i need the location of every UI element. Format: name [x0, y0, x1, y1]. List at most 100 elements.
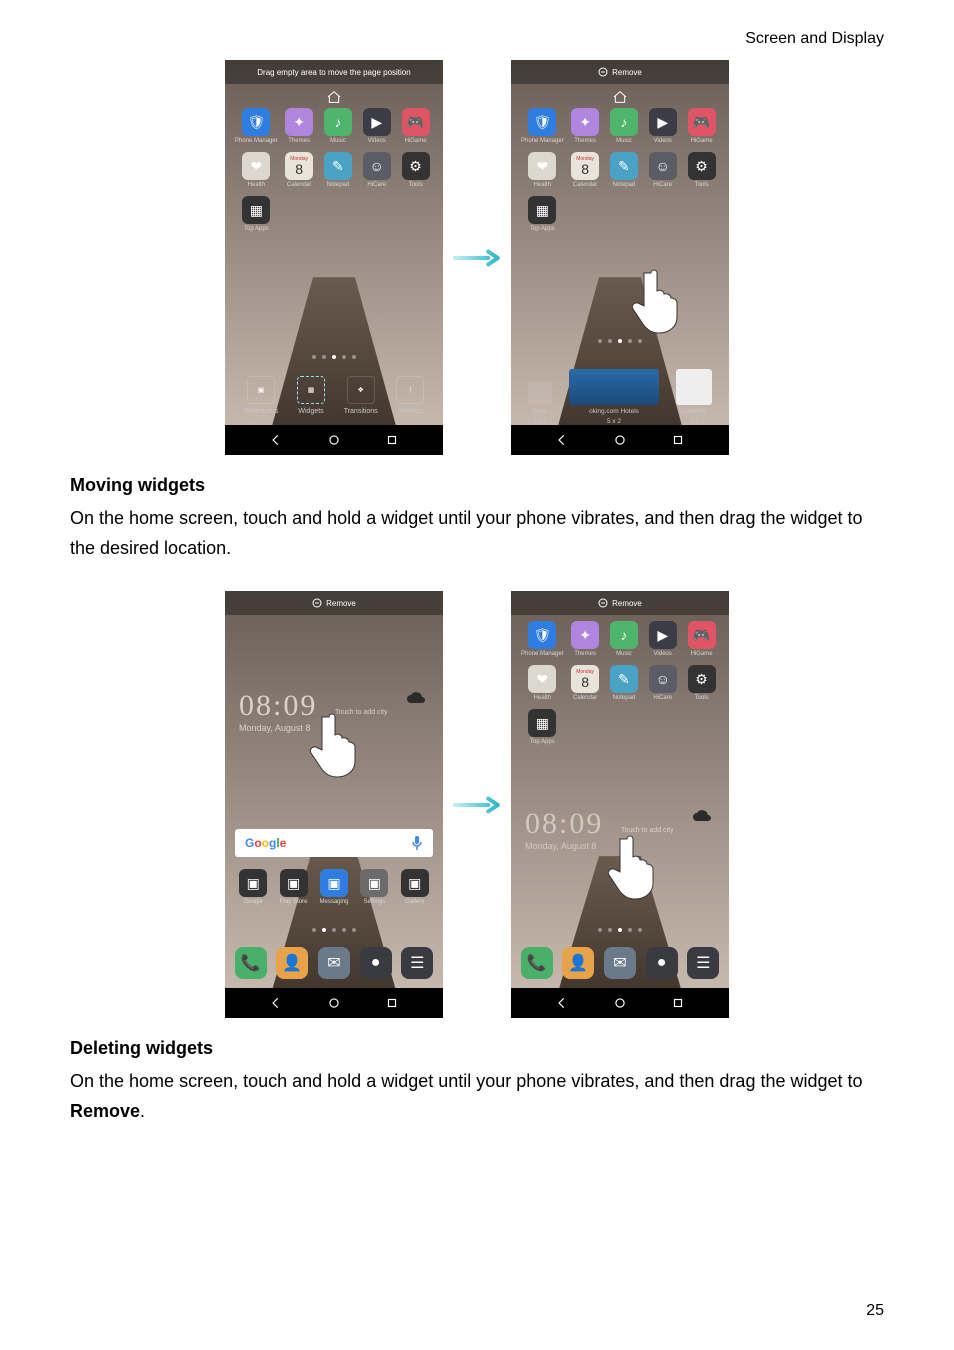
- phone-home-after: Remove 🛡Phone Manager✦Themes♪Music▶Video…: [511, 591, 729, 1018]
- moving-widgets-text: On the home screen, touch and hold a wid…: [70, 504, 884, 563]
- app-gallery[interactable]: ▣Gallery: [397, 869, 433, 905]
- dock-icon[interactable]: ☰: [401, 947, 433, 979]
- editor-toolbar: ▣Wallpapers ▦Widgets ❖Transitions ⋮Settings: [225, 365, 443, 425]
- page-dots: [225, 355, 443, 359]
- app-notepad[interactable]: ✎Notepad: [607, 665, 642, 701]
- app-calendar[interactable]: Monday8Calendar: [568, 665, 603, 701]
- nav-bar: [511, 425, 729, 455]
- page-dots: [511, 339, 729, 343]
- phone-edit-mode: Drag empty area to move the page positio…: [225, 60, 443, 455]
- clock-widget-dragging[interactable]: 08:09 Monday, August 8: [525, 809, 603, 851]
- app-top-apps[interactable]: ▦Top Apps: [521, 196, 564, 232]
- remove-bar[interactable]: Remove: [225, 591, 443, 615]
- widget-book[interactable]: Book1 x 1: [528, 381, 552, 425]
- home-nav-icon[interactable]: [613, 996, 627, 1010]
- app-music[interactable]: ♪Music: [607, 621, 642, 657]
- app-music[interactable]: ♪Music: [321, 108, 356, 144]
- app-hicare[interactable]: ☺HiCare: [359, 152, 394, 188]
- remove-bar[interactable]: Remove: [511, 60, 729, 84]
- page-dots: [511, 928, 729, 932]
- remove-bar[interactable]: Remove: [511, 591, 729, 615]
- app-play-store[interactable]: ▣Play Store: [275, 869, 311, 905]
- nav-bar: [225, 988, 443, 1018]
- page-dots: [225, 928, 443, 932]
- app-health[interactable]: ❤Health: [235, 152, 278, 188]
- app-themes[interactable]: ✦Themes: [282, 108, 317, 144]
- tool-widgets[interactable]: ▦Widgets: [297, 376, 325, 415]
- nav-bar: [511, 988, 729, 1018]
- dock-icon[interactable]: ●: [360, 947, 392, 979]
- remove-label: Remove: [612, 68, 642, 77]
- home-nav-icon[interactable]: [327, 996, 341, 1010]
- dock-icon[interactable]: ✉: [318, 947, 350, 979]
- app-higame[interactable]: 🎮HiGame: [684, 621, 719, 657]
- tool-transitions[interactable]: ❖Transitions: [344, 376, 378, 415]
- figure-1: Drag empty area to move the page positio…: [70, 60, 884, 455]
- app-notepad[interactable]: ✎Notepad: [321, 152, 356, 188]
- dock-icon[interactable]: ✉: [604, 947, 636, 979]
- tool-wallpapers[interactable]: ▣Wallpapers: [244, 376, 279, 415]
- nav-bar: [225, 425, 443, 455]
- app-health[interactable]: ❤Health: [521, 665, 564, 701]
- app-notepad[interactable]: ✎Notepad: [607, 152, 642, 188]
- home-nav-icon[interactable]: [327, 433, 341, 447]
- app-tools[interactable]: ⚙Tools: [684, 665, 719, 701]
- app-top-apps[interactable]: ▦Top Apps: [235, 196, 278, 232]
- app-videos[interactable]: ▶Videos: [645, 108, 680, 144]
- google-search-bar[interactable]: Google: [235, 829, 433, 857]
- page-number: 25: [866, 1302, 884, 1320]
- app-calendar[interactable]: Monday8Calendar: [282, 152, 317, 188]
- home-icon: [326, 90, 342, 104]
- app-google[interactable]: ▣Google: [235, 869, 271, 905]
- weather-icon: [691, 809, 715, 825]
- dock-icon[interactable]: 📞: [521, 947, 553, 979]
- phone-widget-picker: Remove 🛡Phone Manager✦Themes♪Music▶Video…: [511, 60, 729, 455]
- app-calendar[interactable]: Monday8Calendar: [568, 152, 603, 188]
- back-icon[interactable]: [555, 433, 569, 447]
- home-nav-icon[interactable]: [613, 433, 627, 447]
- app-top-apps[interactable]: ▦Top Apps: [521, 709, 564, 745]
- deleting-widgets-heading: Deleting widgets: [70, 1038, 884, 1059]
- tool-settings[interactable]: ⋮Settings: [396, 376, 424, 415]
- arrow-icon: [453, 248, 501, 268]
- clock-date: Monday, August 8: [525, 841, 603, 851]
- recent-icon[interactable]: [385, 996, 399, 1010]
- app-tools[interactable]: ⚙Tools: [684, 152, 719, 188]
- section-header: Screen and Display: [745, 30, 884, 48]
- app-videos[interactable]: ▶Videos: [359, 108, 394, 144]
- app-hicare[interactable]: ☺HiCare: [645, 152, 680, 188]
- recent-icon[interactable]: [671, 433, 685, 447]
- widget-calendar[interactable]: Calendar(2): [676, 369, 712, 425]
- phone-home-before: Remove 08:09 Monday, August 8 Touch to a…: [225, 591, 443, 1018]
- app-messaging[interactable]: ▣Messaging: [316, 869, 352, 905]
- dock-icon[interactable]: 📞: [235, 947, 267, 979]
- dock: 📞 👤 ✉ ● ☰: [225, 938, 443, 988]
- app-hicare[interactable]: ☺HiCare: [645, 665, 680, 701]
- app-phone-manager[interactable]: 🛡Phone Manager: [521, 108, 564, 144]
- app-themes[interactable]: ✦Themes: [568, 621, 603, 657]
- app-themes[interactable]: ✦Themes: [568, 108, 603, 144]
- app-settings[interactable]: ▣Settings: [356, 869, 392, 905]
- dock-icon[interactable]: ●: [646, 947, 678, 979]
- dock-icon[interactable]: 👤: [562, 947, 594, 979]
- app-higame[interactable]: 🎮HiGame: [684, 108, 719, 144]
- recent-icon[interactable]: [385, 433, 399, 447]
- app-health[interactable]: ❤Health: [521, 152, 564, 188]
- app-higame[interactable]: 🎮HiGame: [398, 108, 433, 144]
- app-music[interactable]: ♪Music: [607, 108, 642, 144]
- app-videos[interactable]: ▶Videos: [645, 621, 680, 657]
- remove-label: Remove: [326, 599, 356, 608]
- dock-icon[interactable]: ☰: [687, 947, 719, 979]
- app-phone-manager[interactable]: 🛡Phone Manager: [521, 621, 564, 657]
- hand-icon: [601, 821, 665, 901]
- app-row: ▣Google▣Play Store▣Messaging▣Settings▣Ga…: [235, 869, 433, 905]
- dock-icon[interactable]: 👤: [276, 947, 308, 979]
- widget-oking-com-hotels[interactable]: oking.com Hotels5 x 2: [569, 369, 659, 425]
- back-icon[interactable]: [269, 996, 283, 1010]
- app-tools[interactable]: ⚙Tools: [398, 152, 433, 188]
- mic-icon[interactable]: [411, 835, 423, 851]
- recent-icon[interactable]: [671, 996, 685, 1010]
- back-icon[interactable]: [555, 996, 569, 1010]
- back-icon[interactable]: [269, 433, 283, 447]
- app-phone-manager[interactable]: 🛡Phone Manager: [235, 108, 278, 144]
